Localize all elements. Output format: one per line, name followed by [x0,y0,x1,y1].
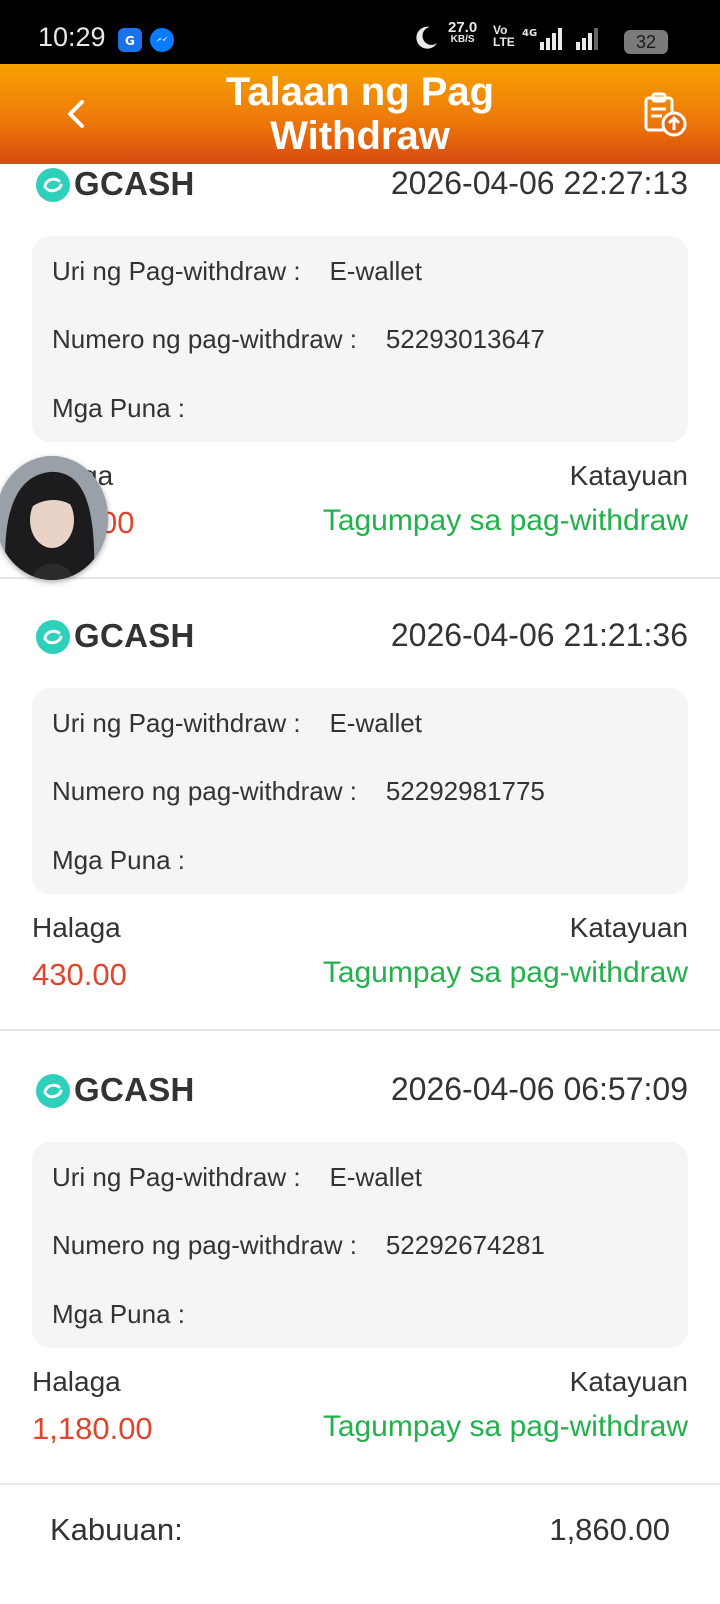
withdraw-type-label: Uri ng Pag-withdraw : [52,256,301,286]
record-header: GCASH 2026-04-06 21:21:36 [36,616,688,656]
remarks-row: Mga Puna : [52,393,192,424]
record-date: 2026-04-06 06:57:09 [390,1071,688,1107]
gcash-icon [36,620,70,654]
status-time: 10:29 [38,22,106,52]
back-button[interactable] [56,94,96,134]
remarks-row: Mga Puna : [52,845,192,876]
signal-icon [576,28,598,50]
withdraw-type-value: E-wallet [329,708,422,738]
total-value: 1,860.00 [549,1512,670,1547]
provider-name: GCASH [74,1071,195,1108]
withdraw-number-label: Numero ng pag-withdraw : [52,324,357,354]
export-records-button[interactable] [640,90,690,140]
clipboard-upload-icon [644,92,687,137]
status-label: Katayuan [569,1366,688,1397]
volte-indicator: Vo LTE [493,23,515,49]
status-bar: 10:29 G 27.0 KB/S Vo LTE 4G 32 [0,0,720,64]
svg-text:4G: 4G [522,28,537,39]
amount-label: Halaga [32,912,121,943]
record-details: Uri ng Pag-withdraw : E-wallet Numero ng… [32,688,688,894]
app-header: Talaan ng Pag Withdraw [0,64,720,164]
withdraw-type-label: Uri ng Pag-withdraw : [52,708,301,738]
withdraw-type-row: Uri ng Pag-withdraw : E-wallet [52,256,422,287]
withdraw-type-row: Uri ng Pag-withdraw : E-wallet [52,708,422,739]
record-header: GCASH 2026-04-06 06:57:09 [36,1070,688,1110]
withdraw-number-row: Numero ng pag-withdraw : 52293013647 [52,324,545,355]
status-value: Tagumpay sa pag-withdraw [322,956,688,989]
withdraw-number-label: Numero ng pag-withdraw : [52,1230,357,1260]
record-date: 2026-04-06 22:27:13 [390,165,688,201]
status-label: Katayuan [569,912,688,943]
chevron-left-icon [68,100,84,128]
page-title: Talaan ng Pag Withdraw [225,70,495,158]
amount-value: 430.00 [32,957,127,992]
withdraw-number-value: 52293013647 [385,324,545,354]
status-label: Katayuan [569,460,688,491]
total-label: Kabuuan: [50,1512,183,1547]
signal-4g-icon: 4G [522,28,562,50]
record-header: GCASH 2026-04-06 22:27:13 [36,164,688,204]
remarks-label: Mga Puna : [52,393,185,423]
amount-value: 1,180.00 [32,1411,153,1446]
withdraw-number-value: 52292981775 [385,776,545,806]
withdraw-record: GCASH 2026-04-06 06:57:09 Uri ng Pag-wit… [0,1070,720,1485]
remarks-row: Mga Puna : [52,1299,192,1330]
provider-name: GCASH [74,165,195,202]
status-value: Tagumpay sa pag-withdraw [322,504,688,537]
avatar-image [0,456,108,580]
svg-text:G: G [125,34,135,48]
status-value: Tagumpay sa pag-withdraw [322,1410,688,1443]
withdraw-type-row: Uri ng Pag-withdraw : E-wallet [52,1162,422,1193]
battery-indicator: 32 [624,30,668,54]
provider-name: GCASH [74,617,195,654]
moon-icon [416,26,437,49]
record-details: Uri ng Pag-withdraw : E-wallet Numero ng… [32,236,688,442]
google-app-icon: G [118,28,142,52]
withdraw-record: GCASH 2026-04-06 22:27:13 Uri ng Pag-wit… [0,164,720,579]
withdraw-type-value: E-wallet [329,1162,422,1192]
withdraw-type-label: Uri ng Pag-withdraw : [52,1162,301,1192]
record-date: 2026-04-06 21:21:36 [390,617,688,653]
withdraw-number-value: 52292674281 [385,1230,545,1260]
withdraw-type-value: E-wallet [329,256,422,286]
withdraw-number-row: Numero ng pag-withdraw : 52292981775 [52,776,545,807]
remarks-label: Mga Puna : [52,1299,185,1329]
gcash-icon [36,168,70,202]
amount-label: Halaga [32,1366,121,1397]
net-speed: 27.0 KB/S [448,19,478,45]
withdraw-record: GCASH 2026-04-06 21:21:36 Uri ng Pag-wit… [0,616,720,1031]
remarks-label: Mga Puna : [52,845,185,875]
total-footer: Kabuuan: 1,860.00 [0,1488,720,1604]
messenger-icon [150,28,174,52]
withdraw-number-row: Numero ng pag-withdraw : 52292674281 [52,1230,545,1261]
withdraw-number-label: Numero ng pag-withdraw : [52,776,357,806]
record-details: Uri ng Pag-withdraw : E-wallet Numero ng… [32,1142,688,1348]
gcash-icon [36,1074,70,1108]
floating-avatar-bubble[interactable] [0,456,108,580]
